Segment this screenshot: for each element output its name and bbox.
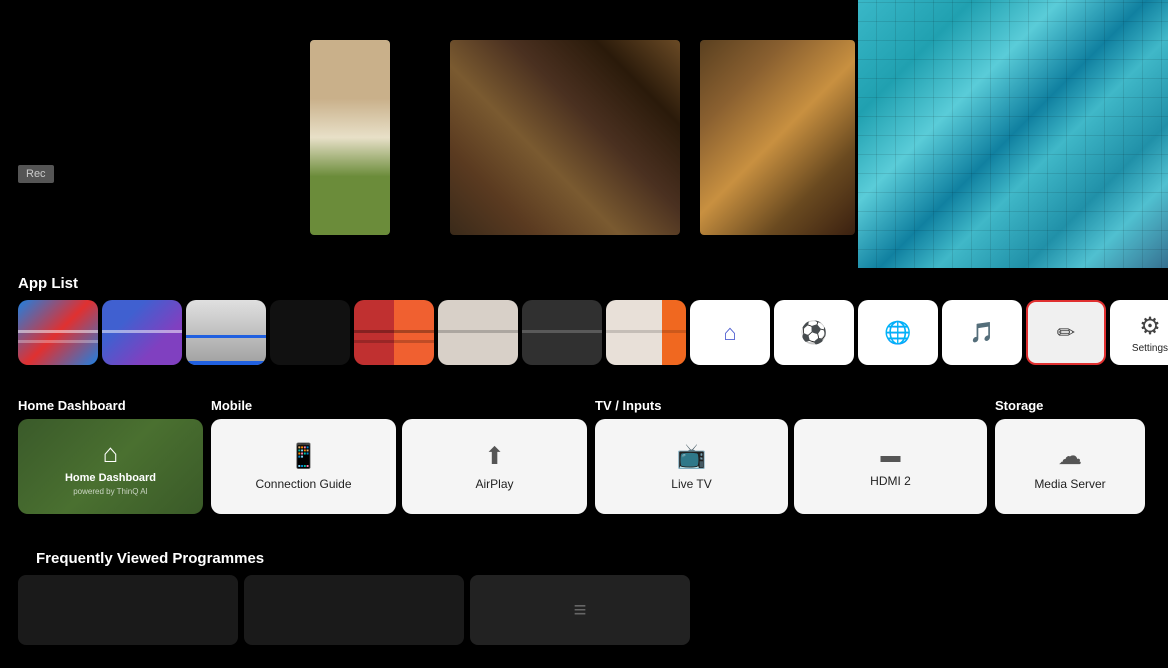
soccer-icon: ⚽ — [800, 320, 827, 346]
app-icons-row: ⌂ ⚽ 🌐 🎵 ✏ ⚙ Settings — [0, 300, 1168, 365]
home-dashboard-icon: ⌂ — [723, 320, 736, 346]
freq-tile-3[interactable]: ≡ — [470, 575, 690, 645]
home-dashboard-tile-name: Home Dashboard — [65, 472, 156, 484]
freq-label: Frequently Viewed Programmes — [18, 550, 1150, 567]
live-tv-icon: 📺 — [677, 442, 707, 471]
bottom-section: Home Dashboard ⌂ Home Dashboard powered … — [0, 398, 1168, 514]
app-tile-media-icon[interactable]: 🎵 — [942, 300, 1022, 365]
app-tile-7[interactable] — [522, 300, 602, 365]
globe-icon: 🌐 — [884, 320, 911, 346]
stripe — [522, 330, 602, 333]
storage-title: Storage — [995, 398, 1145, 413]
app-tile-edit[interactable]: ✏ — [1026, 300, 1106, 365]
thumbnail-3[interactable] — [700, 40, 855, 235]
categories-row: Home Dashboard ⌂ Home Dashboard powered … — [18, 398, 1150, 514]
freq-tiles-row: ≡ — [18, 575, 1150, 645]
app-tile-4[interactable] — [270, 300, 350, 365]
home-dashboard-tile[interactable]: ⌂ Home Dashboard powered by ThinQ AI — [18, 419, 203, 514]
banner-label: Rec — [18, 165, 54, 183]
app-tile-5[interactable] — [354, 300, 434, 365]
color-bar — [186, 361, 266, 365]
airplay-tile[interactable]: ⬆ AirPlay — [402, 419, 587, 514]
frequently-viewed-section: Frequently Viewed Programmes ≡ — [0, 550, 1168, 645]
live-tv-label: Live TV — [671, 477, 711, 491]
hdmi2-label: HDMI 2 — [870, 474, 911, 488]
mobile-tiles: 📱 Connection Guide ⬆ AirPlay — [211, 419, 587, 514]
app-tile-1[interactable] — [18, 300, 98, 365]
app-tile-settings[interactable]: ⚙ Settings — [1110, 300, 1168, 365]
home-icon: ⌂ — [103, 438, 119, 469]
stripe — [438, 330, 518, 333]
app-tile-3[interactable] — [186, 300, 266, 365]
home-dashboard-title: Home Dashboard — [18, 398, 203, 413]
stripe2 — [354, 340, 434, 343]
stripe — [18, 330, 98, 333]
storage-category: Storage ☁ Media Server — [995, 398, 1145, 514]
music-media-icon: 🎵 — [970, 320, 995, 345]
stripe — [102, 330, 182, 333]
app-tile-globe[interactable]: 🌐 — [858, 300, 938, 365]
thumbnail-4[interactable] — [858, 0, 1168, 268]
app-tile-soccer[interactable]: ⚽ — [774, 300, 854, 365]
storage-tiles: ☁ Media Server — [995, 419, 1145, 514]
connection-guide-label: Connection Guide — [255, 477, 351, 491]
settings-gear-icon: ⚙ — [1139, 312, 1161, 341]
stripe — [606, 330, 686, 333]
connection-guide-tile[interactable]: 📱 Connection Guide — [211, 419, 396, 514]
app-tile-8[interactable] — [606, 300, 686, 365]
app-tile-6[interactable] — [438, 300, 518, 365]
settings-label: Settings — [1132, 343, 1168, 354]
tv-inputs-tiles: 📺 Live TV ▬ HDMI 2 — [595, 419, 987, 514]
list-icon: ≡ — [574, 597, 587, 623]
tv-inputs-title: TV / Inputs — [595, 398, 987, 413]
mobile-title: Mobile — [211, 398, 587, 413]
stripe — [354, 330, 434, 333]
app-tile-home-icon[interactable]: ⌂ — [690, 300, 770, 365]
home-dashboard-tiles: ⌂ Home Dashboard powered by ThinQ AI — [18, 419, 203, 514]
teal-thumbnail — [858, 0, 1168, 268]
mobile-category: Mobile 📱 Connection Guide ⬆ AirPlay — [211, 398, 587, 514]
airplay-icon: ⬆ — [484, 442, 504, 471]
hdmi-icon: ▬ — [881, 445, 901, 468]
airplay-label: AirPlay — [475, 477, 513, 491]
freq-tile-1[interactable] — [18, 575, 238, 645]
app-list-label: App List — [0, 275, 1168, 292]
stripe2 — [18, 340, 98, 343]
thumbnail-2[interactable] — [450, 40, 680, 235]
freq-tile-2[interactable] — [244, 575, 464, 645]
powered-by-label: powered by ThinQ AI — [73, 487, 148, 496]
tv-inputs-category: TV / Inputs 📺 Live TV ▬ HDMI 2 — [595, 398, 987, 514]
media-server-icon: ☁ — [1058, 442, 1082, 471]
stripe-blue — [186, 335, 266, 338]
mobile-icon: 📱 — [289, 442, 319, 471]
top-banner: Rec — [0, 0, 1168, 270]
home-dashboard-category: Home Dashboard ⌂ Home Dashboard powered … — [18, 398, 203, 514]
media-server-label: Media Server — [1034, 477, 1105, 491]
live-tv-tile[interactable]: 📺 Live TV — [595, 419, 788, 514]
edit-icon: ✏ — [1057, 320, 1075, 346]
app-list-section: App List ⌂ ⚽ — [0, 275, 1168, 365]
thumbnail-1[interactable] — [310, 40, 390, 235]
app-tile-2[interactable] — [102, 300, 182, 365]
hdmi2-tile[interactable]: ▬ HDMI 2 — [794, 419, 987, 514]
media-server-tile[interactable]: ☁ Media Server — [995, 419, 1145, 514]
